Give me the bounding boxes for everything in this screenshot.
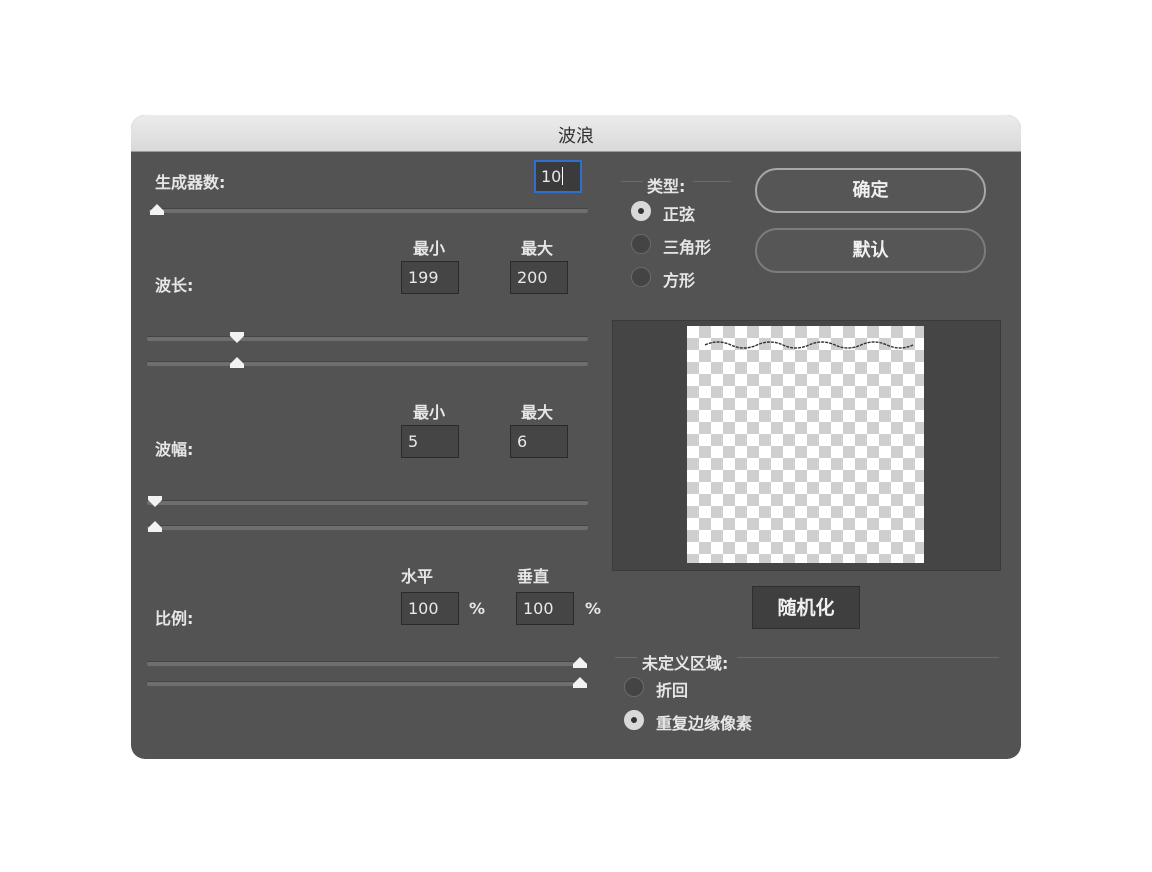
- undefined-area-group-border: [737, 657, 999, 658]
- type-group-border: [693, 181, 731, 182]
- wrap-around-radio[interactable]: [624, 677, 644, 697]
- wavelength-max-slider-thumb-icon[interactable]: [230, 357, 244, 368]
- wavelength-max-label: 最大: [521, 239, 554, 258]
- wavelength-max-slider-track[interactable]: [147, 361, 588, 366]
- generators-label: 生成器数:: [155, 173, 226, 192]
- amplitude-min-slider-thumb-icon[interactable]: [148, 496, 162, 507]
- amplitude-min-input[interactable]: 5: [401, 425, 459, 458]
- dialog-title: 波浪: [558, 126, 594, 147]
- type-sine-label[interactable]: 正弦: [663, 201, 695, 225]
- type-sine-radio[interactable]: [631, 201, 651, 221]
- scale-label: 比例:: [155, 609, 194, 628]
- scale-horizontal-slider-track[interactable]: [147, 661, 587, 666]
- generators-value: 10: [541, 167, 562, 186]
- repeat-edge-pixels-radio[interactable]: [624, 710, 644, 730]
- scale-vertical-input[interactable]: 100: [516, 592, 574, 625]
- amplitude-max-slider-track[interactable]: [147, 525, 588, 530]
- amplitude-label: 波幅:: [155, 440, 194, 459]
- type-label: 类型:: [647, 177, 686, 196]
- scale-horizontal-input[interactable]: 100: [401, 592, 459, 625]
- scale-vertical-unit: %: [585, 599, 602, 618]
- type-square-label[interactable]: 方形: [663, 267, 695, 291]
- wavelength-min-input[interactable]: 199: [401, 261, 459, 294]
- repeat-edge-pixels-label[interactable]: 重复边缘像素: [656, 710, 752, 734]
- scale-horizontal-unit: %: [469, 599, 486, 618]
- wavelength-min-slider-track[interactable]: [147, 336, 588, 341]
- undefined-area-group-border: [615, 657, 637, 658]
- type-group-border: [621, 181, 643, 182]
- amplitude-max-label: 最大: [521, 403, 554, 422]
- wrap-around-label[interactable]: 折回: [656, 677, 688, 701]
- preview-panel: [612, 320, 1001, 571]
- preview-canvas: [687, 326, 924, 563]
- undefined-area-label: 未定义区域:: [642, 654, 729, 673]
- wavelength-min-slider-thumb-icon[interactable]: [230, 332, 244, 343]
- type-triangle-radio[interactable]: [631, 234, 651, 254]
- wave-preview-icon: [704, 341, 914, 349]
- wavelength-min-label: 最小: [413, 239, 446, 258]
- generators-input[interactable]: 10: [534, 160, 582, 193]
- wavelength-max-input[interactable]: 200: [510, 261, 568, 294]
- scale-horizontal-label: 水平: [401, 567, 434, 586]
- scale-vertical-slider-thumb-icon[interactable]: [573, 677, 587, 688]
- scale-vertical-slider-track[interactable]: [147, 681, 587, 686]
- amplitude-max-slider-thumb-icon[interactable]: [148, 521, 162, 532]
- wavelength-label: 波长:: [155, 276, 194, 295]
- wave-dialog: 波浪 生成器数: 10 最小 最大 波长: 199 200 最小 最大 波幅: …: [131, 115, 1021, 759]
- amplitude-max-input[interactable]: 6: [510, 425, 568, 458]
- type-square-radio[interactable]: [631, 267, 651, 287]
- text-caret: [562, 167, 564, 185]
- randomize-button[interactable]: 随机化: [752, 586, 860, 629]
- amplitude-min-slider-track[interactable]: [147, 500, 588, 505]
- title-bar[interactable]: 波浪: [131, 115, 1021, 152]
- generators-slider-thumb-icon[interactable]: [150, 204, 164, 215]
- ok-button[interactable]: 确定: [755, 168, 986, 213]
- scale-vertical-label: 垂直: [517, 567, 550, 586]
- type-triangle-label[interactable]: 三角形: [663, 234, 711, 258]
- scale-horizontal-slider-thumb-icon[interactable]: [573, 657, 587, 668]
- generators-slider-track[interactable]: [149, 208, 588, 213]
- amplitude-min-label: 最小: [413, 403, 446, 422]
- default-button[interactable]: 默认: [755, 228, 986, 273]
